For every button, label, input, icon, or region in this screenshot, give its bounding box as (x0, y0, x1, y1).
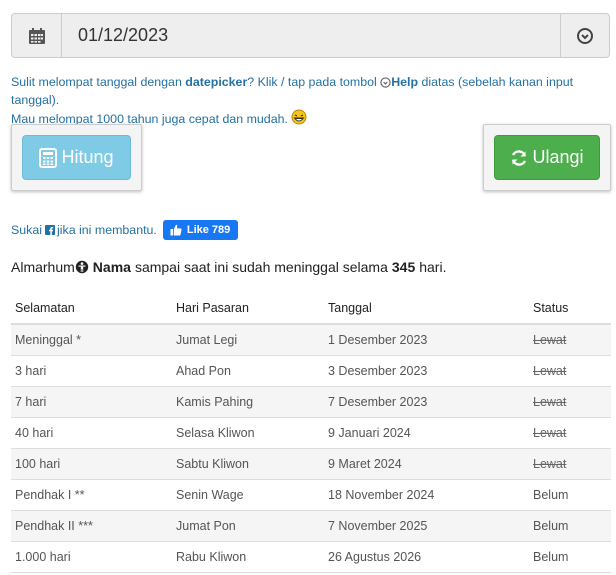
header-tanggal: Tanggal (324, 292, 529, 325)
cell-tanggal: 18 November 2024 (324, 479, 529, 511)
table-row: 40 hari Selasa Kliwon 9 Januari 2024 Lew… (11, 417, 611, 449)
table-row: 3 hari Ahad Pon 3 Desember 2023 Lewat (11, 355, 611, 387)
cell-pasaran: Jumat Pon (172, 510, 324, 542)
cell-tanggal: 26 Agustus 2026 (324, 541, 529, 573)
cell-pasaran: Senin Wage (172, 479, 324, 511)
cell-tanggal: 7 Desember 2023 (324, 386, 529, 418)
cell-selamatan: Pendhak I ** (11, 479, 172, 511)
cell-selamatan: Meninggal * (11, 324, 172, 356)
thumbs-up-icon (170, 224, 182, 236)
cell-selamatan: 1.000 hari (11, 541, 172, 573)
cell-tanggal: 3 Desember 2023 (324, 355, 529, 387)
table-row: 7 hari Kamis Pahing 7 Desember 2023 Lewa… (11, 386, 611, 418)
header-hari-pasaran: Hari Pasaran (172, 292, 324, 325)
table-row: Pendhak I ** Senin Wage 18 November 2024… (11, 479, 611, 511)
date-input-group: 01/12/2023 (11, 13, 610, 58)
cell-pasaran: Jumat Legi (172, 324, 324, 356)
calendar-icon (28, 27, 45, 44)
cell-tanggal: 1 Desember 2023 (324, 324, 529, 356)
cell-selamatan: 3 hari (11, 355, 172, 387)
cell-tanggal: 9 Januari 2024 (324, 417, 529, 449)
cell-status: Belum (529, 479, 611, 511)
help-text-part: Sulit melompat tanggal dengan (11, 75, 186, 89)
like-count: Like 789 (186, 224, 231, 236)
cell-status: Lewat (529, 386, 611, 418)
help-button[interactable] (560, 14, 609, 57)
facebook-like-button[interactable]: Like 789 (162, 220, 239, 240)
like-prefix: Sukai (11, 223, 42, 237)
summary-sentence: Almarhum Nama sampai saat ini sudah meni… (11, 259, 446, 275)
ulangi-button[interactable]: Ulangi (494, 135, 600, 180)
cell-selamatan: 40 hari (11, 417, 172, 449)
like-row: Sukai jika ini membantu. Like 789 (11, 220, 239, 240)
cell-pasaran: Selasa Kliwon (172, 417, 324, 449)
cell-tanggal: 9 Maret 2024 (324, 448, 529, 480)
calculator-icon (39, 147, 58, 168)
ulangi-label: Ulangi (532, 147, 584, 167)
cell-status: Lewat (529, 355, 611, 387)
ulangi-frame: Ulangi (483, 124, 611, 191)
table-row: 1.000 hari Rabu Kliwon 26 Agustus 2026 B… (11, 541, 611, 573)
cell-selamatan: Pendhak II *** (11, 510, 172, 542)
cell-pasaran: Ahad Pon (172, 355, 324, 387)
date-input[interactable]: 01/12/2023 (62, 14, 560, 57)
days-count: 345 (391, 259, 416, 275)
clock-arrow-icon (577, 27, 593, 44)
cell-status: Belum (529, 510, 611, 542)
sentence-prefix: Almarhum (11, 259, 75, 275)
facebook-icon (45, 225, 55, 235)
table-row: 100 hari Sabtu Kliwon 9 Maret 2024 Lewat (11, 448, 611, 480)
cell-status: Lewat (529, 417, 611, 449)
cell-status: Lewat (529, 324, 611, 356)
help-label: Help (391, 75, 419, 89)
help-mini-icon (380, 77, 391, 88)
cell-pasaran: Kamis Pahing (172, 386, 324, 418)
help-text: Sulit melompat tanggal dengan datepicker… (11, 73, 611, 128)
like-suffix: jika ini membantu. (57, 223, 157, 237)
help-text-part: ? Klik / tap pada tombol (247, 75, 381, 89)
person-icon (75, 260, 88, 274)
cell-selamatan: 7 hari (11, 386, 172, 418)
deceased-name: Nama (92, 259, 131, 275)
table-header-row: Selamatan Hari Pasaran Tanggal Status (11, 292, 611, 325)
hitung-button[interactable]: Hitung (22, 135, 131, 180)
datepicker-term: datepicker (185, 75, 248, 89)
calendar-addon[interactable] (12, 14, 62, 57)
cell-status: Belum (529, 541, 611, 573)
table-row: Meninggal * Jumat Legi 1 Desember 2023 L… (11, 324, 611, 356)
cell-pasaran: Rabu Kliwon (172, 541, 324, 573)
sentence-suffix: hari. (419, 259, 447, 275)
header-selamatan: Selamatan (11, 292, 172, 325)
refresh-icon (512, 149, 527, 166)
sentence-middle: sampai saat ini sudah meninggal selama (134, 259, 388, 275)
header-status: Status (529, 292, 611, 325)
table-row: Pendhak II *** Jumat Pon 7 November 2025… (11, 510, 611, 542)
cell-tanggal: 7 November 2025 (324, 510, 529, 542)
hitung-frame: Hitung (11, 124, 142, 191)
hitung-label: Hitung (61, 147, 114, 167)
laughing-face-icon (291, 109, 307, 125)
selamatan-table: Selamatan Hari Pasaran Tanggal Status Me… (11, 292, 611, 573)
cell-selamatan: 100 hari (11, 448, 172, 480)
cell-pasaran: Sabtu Kliwon (172, 448, 324, 480)
cell-status: Lewat (529, 448, 611, 480)
